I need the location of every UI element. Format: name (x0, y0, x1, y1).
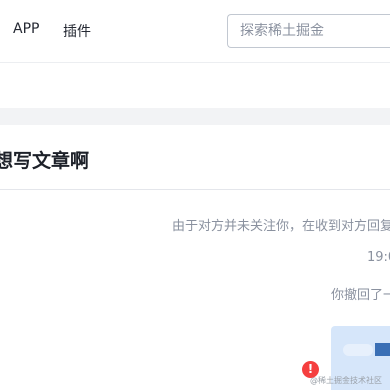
search-input[interactable] (228, 15, 390, 47)
watermark: @稀土掘金技术社区 (310, 376, 382, 385)
system-notice: 由于对方并未关注你，在收到对方回复 (172, 219, 390, 234)
nav-item-app[interactable]: APP (13, 21, 39, 37)
section-divider (0, 108, 390, 125)
chat-title: 想写文章啊 (0, 150, 90, 172)
search-box (227, 14, 390, 48)
chat-header: 想写文章啊 (0, 125, 390, 190)
top-navbar: APP 插件 (0, 0, 390, 63)
recall-notice: 你撤回了一 (331, 288, 390, 303)
message-timestamp: 19:0 (367, 250, 390, 265)
nav-item-plugins[interactable]: 插件 (63, 21, 91, 41)
image-thumbnail-shape (343, 344, 373, 356)
image-thumbnail-block (375, 343, 390, 356)
